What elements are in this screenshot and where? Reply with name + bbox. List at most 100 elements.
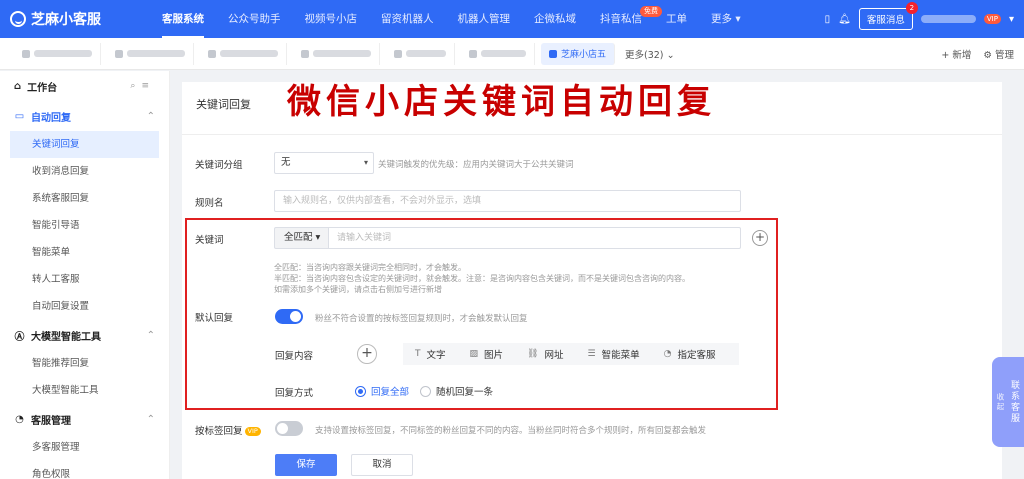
content-type-label: 图片 <box>484 350 504 361</box>
sidebar-item[interactable]: 自动回复设置 <box>10 293 159 320</box>
sidebar-item[interactable]: 大模型智能工具 <box>10 377 159 404</box>
phone-icon[interactable]: ▯ <box>825 14 831 25</box>
sidebar-group-ai-tools[interactable]: Ⓐ 大模型智能工具 ⌃ <box>0 320 169 350</box>
nav-item-label: 留资机器人 <box>381 13 434 25</box>
shop-tab[interactable] <box>107 42 194 65</box>
shop-icon <box>208 49 216 58</box>
sidebar-workbench-label: 工作台 <box>27 82 58 94</box>
add-content-plus-icon[interactable]: + <box>357 344 377 364</box>
group-select[interactable]: 无 ▾ <box>274 152 374 174</box>
sidebar-group-auto-reply[interactable]: ▭ 自动回复 ⌃ <box>0 101 169 131</box>
shop-icon <box>22 49 30 58</box>
content-type-image[interactable]: ▨ 图片 <box>458 347 516 361</box>
shop-tab[interactable] <box>200 42 287 65</box>
chevron-down-icon: ▾ <box>732 13 741 25</box>
overlay-title: 微信小店关键词自动回复 <box>287 82 716 122</box>
kefu-message-button[interactable]: 客服消息 2 <box>858 2 918 30</box>
shop-tab[interactable] <box>293 42 380 65</box>
sidebar-item[interactable]: 关键词回复 <box>10 131 159 158</box>
page-title: 关键词回复 <box>196 98 251 111</box>
toggle-knob <box>277 423 288 434</box>
nav-item[interactable]: 工单 <box>654 0 699 38</box>
add-tab-button[interactable]: + 新增 <box>941 47 971 61</box>
nav-item[interactable]: 企微私域 <box>522 0 588 38</box>
match-type-dropdown[interactable]: 全匹配 ▾ <box>274 227 329 249</box>
sidebar-item[interactable]: 多客服管理 <box>10 434 159 461</box>
chat-icon: ▭ <box>14 110 25 122</box>
tag-reply-toggle[interactable] <box>275 421 303 436</box>
content-type-text[interactable]: T 文字 <box>403 347 458 361</box>
shop-tab[interactable] <box>461 42 535 65</box>
shop-name-blurred <box>481 50 526 57</box>
content-type-agent[interactable]: ◔ 指定客服 <box>652 347 728 361</box>
default-reply-toggle[interactable] <box>275 309 303 324</box>
sidebar-group-label: 大模型智能工具 <box>31 331 101 343</box>
shop-name-blurred <box>406 50 446 57</box>
sidebar-item[interactable]: 系统客服回复 <box>10 185 159 212</box>
reply-content-label: 回复内容 <box>275 351 314 362</box>
image-icon: ▨ <box>469 349 479 359</box>
group-hint: 关键词触发的优先级：应用内关键词大于公共关键词 <box>378 160 574 170</box>
shop-tab[interactable] <box>14 42 101 65</box>
sidebar-group-kefu[interactable]: ◔ 客服管理 ⌃ <box>0 404 169 434</box>
sidebar-item[interactable]: 收到消息回复 <box>10 158 159 185</box>
cancel-button[interactable]: 取消 <box>351 454 413 476</box>
vip-badge: VIP <box>244 427 261 436</box>
sidebar-item[interactable]: 智能推荐回复 <box>10 350 159 377</box>
user-name-blurred[interactable] <box>920 15 976 23</box>
app-logo[interactable]: 芝麻小客服 <box>0 9 150 29</box>
nav-item[interactable]: 机器人管理 <box>446 0 523 38</box>
shop-icon <box>549 49 557 58</box>
add-keyword-plus-icon[interactable]: + <box>752 230 768 246</box>
chevron-up-icon: ⌃ <box>146 413 155 425</box>
main-panel: 关键词回复 微信小店关键词自动回复 关键词分组 无 ▾ 关键词触发的优先级：应用… <box>182 82 1002 479</box>
nav-item[interactable]: 客服系统 <box>150 0 216 38</box>
contact-support-float[interactable]: 收起 联系客服 <box>992 357 1024 447</box>
radio-dot <box>355 385 366 397</box>
sidebar-workbench[interactable]: ⌂ 工作台 ⌕≡ <box>0 71 169 101</box>
content-type-link[interactable]: ⛓ 网址 <box>515 347 575 361</box>
divider <box>182 134 1002 135</box>
default-reply-hint: 粉丝不符合设置的按标签回复规则时，才会触发默认回复 <box>315 314 528 324</box>
sidebar-item[interactable]: 转人工客服 <box>10 266 159 293</box>
reply-mode-random-radio[interactable]: 随机回复一条 <box>420 384 493 398</box>
shop-name-blurred <box>127 50 185 57</box>
tag-reply-hint: 支持设置按标签回复，不同标签的粉丝回复不同的内容。当粉丝同时符合多个规则时，所有… <box>315 426 707 436</box>
nav-item[interactable]: 公众号助手 <box>216 0 293 38</box>
search-icon[interactable]: ⌕≡ <box>130 81 155 91</box>
nav-item-label: 企微私域 <box>534 13 576 25</box>
auto-reply-items: 关键词回复 收到消息回复 系统客服回复 智能引导语 智能菜单 转人工客服 自动回复设置 <box>0 131 169 320</box>
kefu-items: 多客服管理 角色权限 <box>0 434 169 479</box>
match-type-value: 全匹配 <box>284 232 313 243</box>
reply-mode-all-radio[interactable]: 回复全部 <box>355 384 409 398</box>
shop-tab[interactable] <box>386 42 455 65</box>
tabs-more-dropdown[interactable]: 更多(32) ⌄ <box>625 47 675 61</box>
content-type-menu[interactable]: ☰ 智能菜单 <box>576 347 652 361</box>
sidebar-item[interactable]: 角色权限 <box>10 461 159 479</box>
manage-tabs-button[interactable]: ⚙ 管理 <box>983 47 1014 61</box>
rule-name-input[interactable]: 输入规则名，仅供内部查看，不会对外显示，选填 <box>274 190 741 212</box>
bell-icon[interactable]: 🔔︎ <box>838 14 851 25</box>
nav-item[interactable]: 抖音私信 免费 <box>588 0 662 38</box>
content-type-label: 网址 <box>544 350 564 361</box>
tag-reply-label: 按标签回复 VIP <box>195 423 261 437</box>
sidebar-item[interactable]: 智能引导语 <box>10 212 159 239</box>
chevron-down-icon: ▾ <box>363 158 368 167</box>
keyword-input[interactable]: 请输入关键词 <box>328 227 741 249</box>
home-icon: ⌂ <box>14 80 22 92</box>
nav-item[interactable]: 视频号小店 <box>293 0 370 38</box>
logo-icon <box>10 11 26 27</box>
sidebar-group-label: 客服管理 <box>31 415 71 427</box>
shop-tabs: 芝麻小店五 更多(32) ⌄ + 新增 ⚙ 管理 <box>0 38 1024 70</box>
sidebar-item[interactable]: 智能菜单 <box>10 239 159 266</box>
save-button[interactable]: 保存 <box>275 454 337 476</box>
note-line: 如需添加多个关键词，请点击右侧加号进行新增 <box>274 285 442 294</box>
chevron-down-icon[interactable]: ▾ <box>1009 14 1014 25</box>
collapse-label[interactable]: 收起 <box>995 393 1006 412</box>
shop-tab-active[interactable]: 芝麻小店五 <box>541 42 616 65</box>
add-tab-label: 新增 <box>952 50 972 61</box>
vip-badge: VIP <box>983 14 1001 24</box>
nav-item[interactable]: 留资机器人 <box>369 0 446 38</box>
content-type-label: 智能菜单 <box>601 350 640 361</box>
nav-item[interactable]: 更多 ▾ <box>699 0 753 38</box>
